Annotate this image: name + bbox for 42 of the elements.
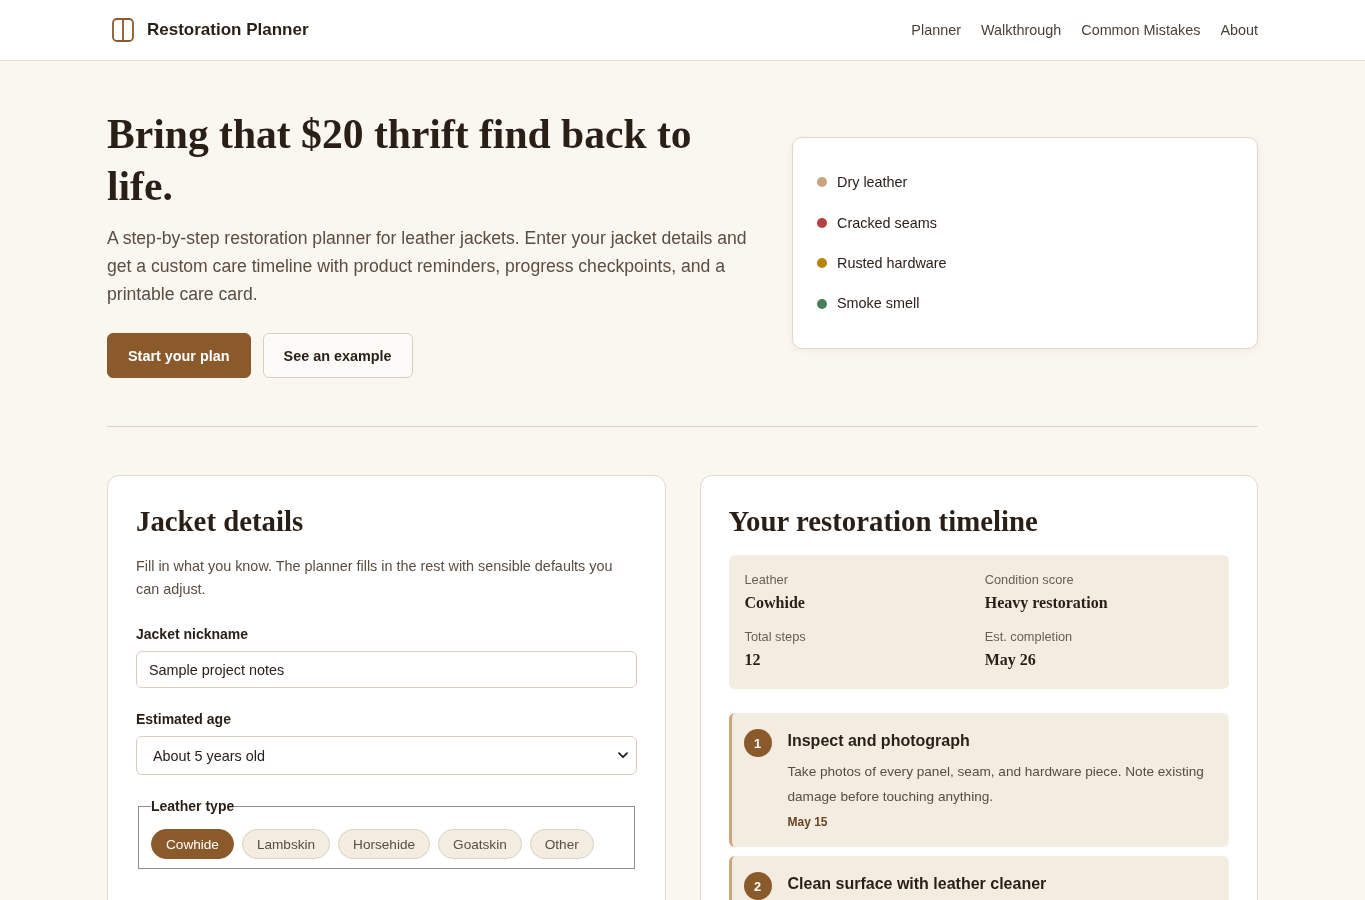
issue-label: Cracked seams <box>837 213 937 233</box>
summary-value: Cowhide <box>744 593 806 613</box>
card-description: Fill in what you know. The planner fills in the rest with sensible defaults you can adjust. <box>136 557 614 599</box>
card-title: Your restoration timeline <box>728 504 1039 539</box>
card-title: Jacket details <box>136 504 305 539</box>
nav-link[interactable]: Planner <box>911 22 961 38</box>
hero-title: Bring that $20 thrift find back to life. <box>107 110 693 211</box>
issue-label: Smoke smell <box>837 294 920 314</box>
leather-chip[interactable]: Lambskin <box>241 829 331 859</box>
step-title: Inspect and photograph <box>787 731 971 751</box>
leather-chip[interactable]: Goatskin <box>438 829 522 859</box>
panel-icon <box>112 18 134 42</box>
issue-label: Rusted hardware <box>837 254 947 273</box>
summary-label: Condition score <box>984 571 1075 589</box>
summary-value: May 26 <box>984 650 1037 671</box>
summary-label: Leather <box>744 571 789 589</box>
age-select[interactable]: About 5 years old <box>136 736 637 775</box>
step-description: Take photos of every panel, seam, and hardware piece. Note existing damage before touching anything. <box>787 763 1205 806</box>
step-title: Clean surface with leather cleaner <box>787 874 1047 894</box>
brand-name: Restoration Planner <box>147 20 309 40</box>
start-plan-button[interactable]: Start your plan <box>107 333 251 378</box>
leather-chip[interactable]: Horsehide <box>338 829 431 859</box>
issue-label: Dry leather <box>837 173 908 193</box>
hero-description: A step-by-step restoration planner for leather jackets. Enter your jacket details and get a custom care timeline with product reminders, progress checkpoints, and a printable care card. <box>107 227 748 306</box>
fieldset-legend: Leather type <box>151 797 235 815</box>
field-label: Estimated age <box>136 710 232 728</box>
nav-link[interactable]: About <box>1220 22 1258 38</box>
summary-label: Total steps <box>744 628 807 646</box>
leather-chip[interactable]: Other <box>529 829 594 859</box>
nav-link[interactable]: Common Mistakes <box>1081 22 1201 38</box>
field-label: Jacket nickname <box>136 625 250 643</box>
example-button[interactable]: See an example <box>262 333 413 378</box>
nickname-input[interactable]: Sample project notes <box>136 651 637 688</box>
step-number: 1 <box>743 729 772 757</box>
summary-label: Est. completion <box>984 628 1074 646</box>
step-date: May 15 <box>787 814 829 831</box>
step-number: 2 <box>743 872 772 900</box>
summary-value: Heavy restoration <box>984 593 1109 614</box>
leather-chip[interactable]: Cowhide <box>151 829 234 859</box>
summary-value: 12 <box>744 650 762 670</box>
nav-link[interactable]: Walkthrough <box>980 22 1062 38</box>
chevron-down-icon <box>617 752 628 759</box>
